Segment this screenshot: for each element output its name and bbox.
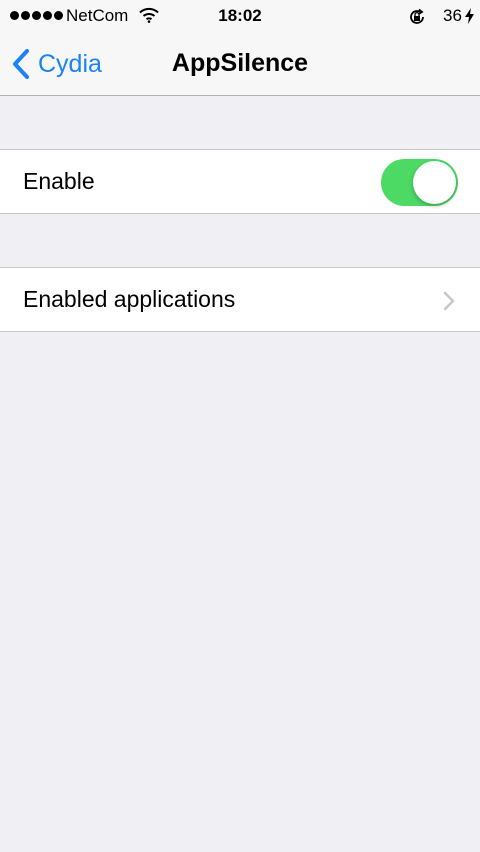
status-bar: NetCom 18:02 36 bbox=[0, 0, 480, 32]
enabled-applications-label: Enabled applications bbox=[23, 286, 236, 312]
enabled-applications-row[interactable]: Enabled applications bbox=[0, 267, 480, 332]
page-title: AppSilence bbox=[171, 49, 309, 77]
toggle-knob bbox=[413, 161, 456, 204]
disclosure-chevron-icon bbox=[443, 291, 455, 316]
charging-bolt-icon bbox=[465, 8, 474, 29]
enable-label: Enable bbox=[23, 168, 95, 194]
rotation-lock-icon bbox=[408, 8, 426, 31]
top-bar: NetCom 18:02 36 Cydia AppSilence bbox=[0, 0, 480, 96]
enable-row: Enable bbox=[0, 149, 480, 214]
battery-percent: 36 bbox=[443, 6, 462, 25]
enable-toggle[interactable] bbox=[381, 159, 458, 206]
